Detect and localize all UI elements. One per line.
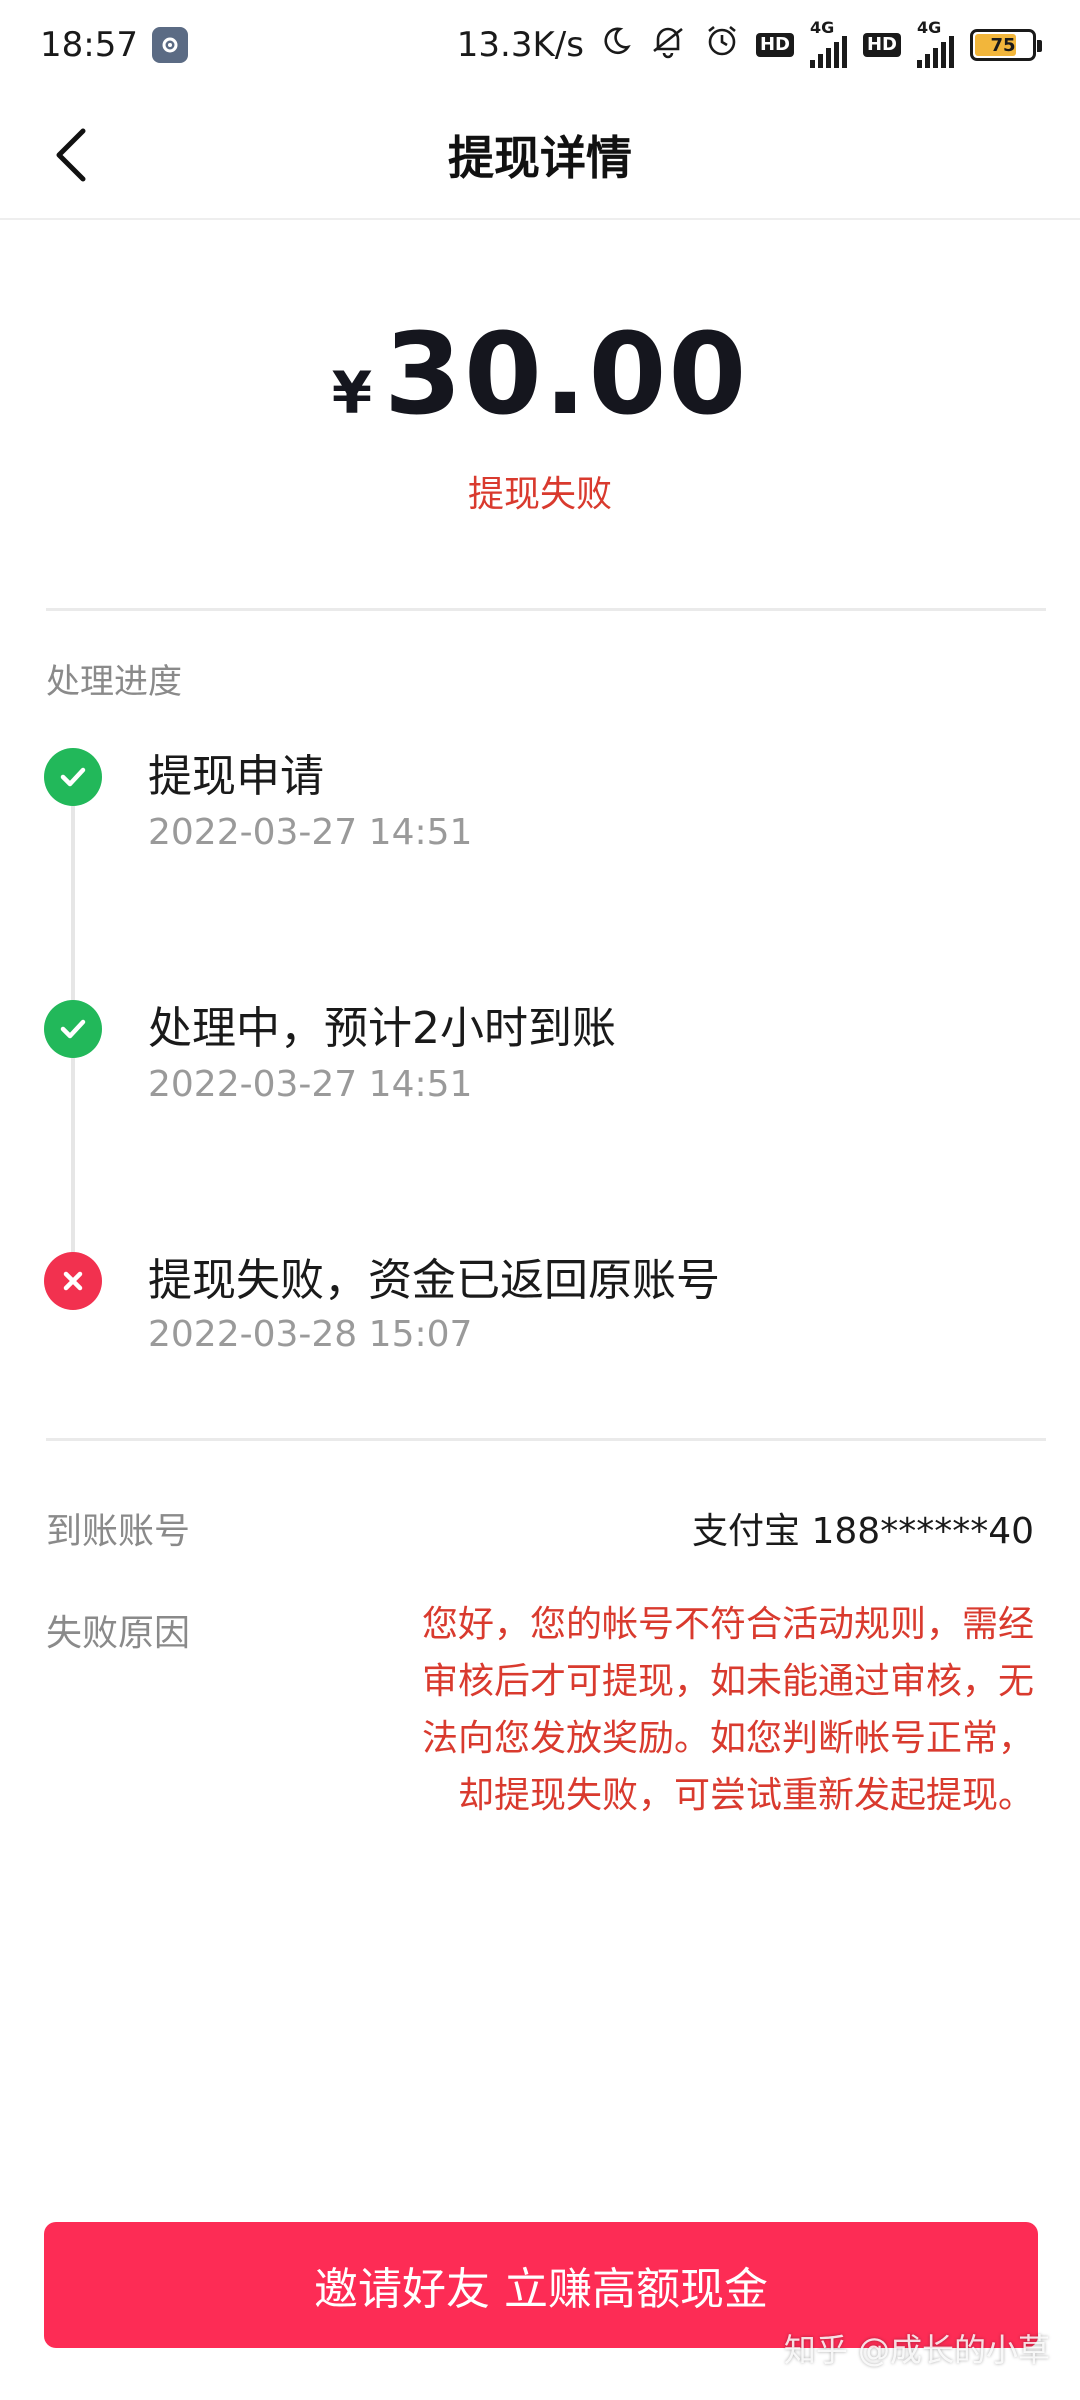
progress-label: 处理进度	[46, 662, 182, 702]
status-bar: 18:57 13.3K/s HD 4G HD 4G 75	[0, 0, 1080, 90]
watermark: 知乎 @成长的小草	[783, 2331, 1050, 2369]
currency-symbol: ¥	[331, 359, 373, 427]
step-time: 2022-03-28 15:07	[148, 1314, 473, 1355]
reason-label: 失败原因	[46, 1613, 191, 1654]
check-circle-icon	[44, 748, 102, 806]
battery-icon: 75	[970, 29, 1042, 61]
chevron-left-icon	[56, 128, 86, 182]
reason-line: 审核后才可提现，如未能通过审核，无	[421, 1661, 1034, 1702]
withdrawal-detail-screen: 18:57 13.3K/s HD 4G HD 4G 75 提现详情 ¥ 30.0…	[0, 0, 1080, 2400]
account-value: 支付宝 188******40	[692, 1511, 1034, 1552]
amount-value: 30.00	[384, 310, 749, 440]
alarm-clock-icon	[704, 23, 740, 68]
step-time: 2022-03-27 14:51	[148, 812, 473, 853]
signal-2-icon: 4G	[917, 18, 954, 68]
page-title: 提现详情	[448, 131, 632, 185]
status-time: 18:57	[40, 25, 138, 65]
reason-line: 却提现失败，可尝试重新发起提现。	[457, 1775, 1034, 1816]
back-button[interactable]	[36, 120, 106, 190]
step-title: 提现失败，资金已返回原账号	[148, 1255, 720, 1306]
net-speed: 13.3K/s	[456, 25, 584, 65]
account-label: 到账账号	[46, 1511, 191, 1552]
reason-text: 您好，您的帐号不符合活动规则，需经 审核后才可提现，如未能通过审核，无 法向您发…	[340, 1596, 1034, 1824]
reason-line: 法向您发放奖励。如您判断帐号正常，	[421, 1718, 1034, 1759]
signal-1-icon: 4G	[809, 18, 847, 68]
hd-badge-1: HD	[755, 33, 794, 57]
check-circle-icon	[44, 1000, 102, 1058]
step-title: 提现申请	[148, 751, 324, 802]
network-type-1: 4G	[809, 18, 835, 37]
divider	[46, 608, 1046, 611]
step-title: 处理中，预计2小时到账	[148, 1003, 616, 1054]
withdraw-amount: ¥ 30.00	[0, 310, 1080, 440]
hd-badge-2: HD	[862, 33, 901, 57]
close-circle-icon	[44, 1252, 102, 1310]
withdraw-status: 提现失败	[467, 474, 612, 515]
battery-level: 75	[990, 34, 1016, 56]
divider	[46, 1438, 1046, 1441]
step-time: 2022-03-27 14:51	[148, 1064, 473, 1105]
network-type-2: 4G	[917, 18, 942, 37]
reason-line: 您好，您的帐号不符合活动规则，需经	[421, 1604, 1034, 1645]
do-not-disturb-icon	[600, 25, 632, 66]
muted-bell-icon	[648, 23, 688, 68]
settings-notification-icon	[151, 27, 188, 63]
nav-bar: 提现详情	[0, 90, 1080, 220]
